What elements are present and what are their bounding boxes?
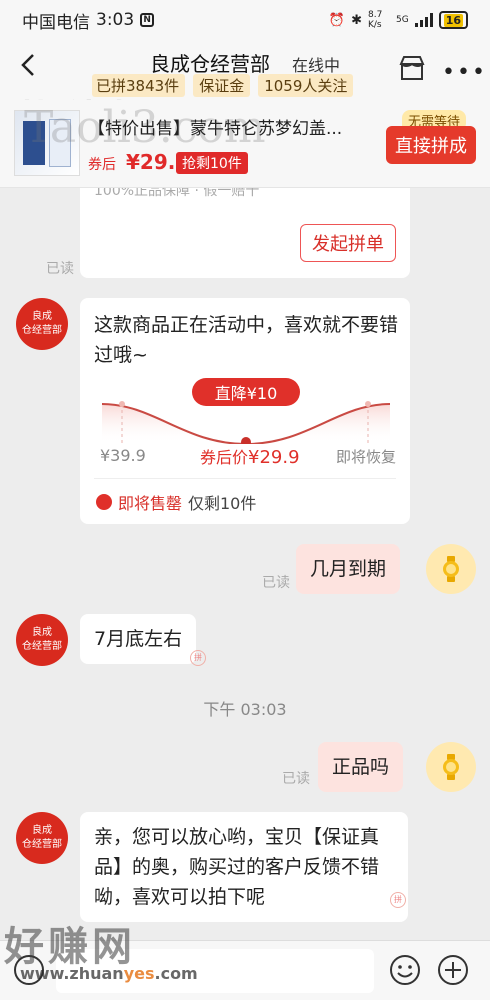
stock-tag: 抢剩10件 [176,152,248,174]
online-status: 在线中 [292,56,341,75]
emoji-icon[interactable] [388,953,422,987]
promo-card[interactable]: 这款商品正在活动中，喜欢就不要错过哦~ 直降¥10 ¥39.9 券后价¥29.9… [80,298,410,524]
stamp-icon: 拼 [190,650,206,666]
watermark-url-prefix: www.zhuan [20,964,124,983]
read-receipt: 已读 [46,261,74,277]
sellout-label: 即将售罄 [118,494,183,513]
divider [94,478,396,479]
user-message[interactable]: 几月到期 [296,544,401,594]
seller-avatar[interactable]: 良成 仓经营部 [16,614,68,666]
user-message[interactable]: 正品吗 [318,742,404,792]
promo-message: 这款商品正在活动中，喜欢就不要错过哦~ [94,314,399,366]
back-icon[interactable] [16,52,42,78]
seller-avatar[interactable]: 良成 仓经营部 [16,812,68,864]
status-bar: 中国电信 3:03 N ⏰ ✱ 8.7 K/s 5G 16 [0,0,490,40]
product-name: 【特价出售】蒙牛特仑苏梦幻盖... [88,119,343,139]
avatar-text: 良成 [32,311,52,322]
stamp-icon: 拼 [390,892,406,908]
shop-tags: 已拼3843件 保证金 1059人关注 [92,74,354,97]
guarantee-text: 100%正品保障 · 假一赔十 [94,188,260,199]
user-avatar[interactable] [426,742,476,792]
read-receipt: 已读 [282,771,310,787]
read-receipt: 已读 [262,575,290,591]
carrier-label: 中国电信 [22,12,90,33]
net-speed: 8.7 K/s [367,10,383,30]
watch-icon [443,754,459,780]
avatar-text: 仓经营部 [22,839,62,850]
shop-name[interactable]: 良成仓经营部 [150,48,270,77]
chat-messages[interactable]: 100%正品保障 · 假一赔十 发起拼单 已读 良成 仓经营部 这款商品正在活动… [0,188,490,940]
plus-icon[interactable] [436,953,470,987]
battery-icon: 16 [438,11,468,29]
coupon-price: 券后价¥29.9 [200,444,300,468]
tag-deposit: 保证金 [193,74,251,97]
signal-icon [414,13,433,27]
clock: 3:03 [96,10,135,30]
seller-message[interactable]: 亲，您可以放心哟，宝贝【保证真品】的奥，购买过的客户反馈不错呦，喜欢可以拍下呢 [80,812,408,922]
seller-avatar[interactable]: 良成 仓经营部 [16,298,68,350]
tag-followers: 1059人关注 [258,74,354,97]
price-label: 券后 [88,157,116,173]
coupon-price-label: 券后价 [200,448,249,467]
price-drop-badge: 直降¥10 [192,378,300,406]
avatar-text: 仓经营部 [22,325,62,336]
watermark-url-suffix: .com [154,964,198,983]
avatar-text: 仓经营部 [22,641,62,652]
original-price: ¥39.9 [100,446,146,465]
time-separator: 下午 03:03 [203,700,287,719]
watch-icon [443,556,459,582]
user-avatar[interactable] [426,544,476,594]
restore-label: 即将恢复 [336,448,397,466]
direct-group-buy-button[interactable]: 直接拼成 [386,126,476,164]
product-card[interactable]: Taoli3.com 【特价出售】蒙牛特仑苏梦幻盖... 券后 ¥29.9 抢剩… [0,100,490,188]
remaining-count: 仅剩10件 [188,494,257,513]
nfc-icon: N [140,13,155,27]
watermark-url-mid: yes [123,964,155,983]
start-group-buy-button[interactable]: 发起拼单 [300,224,396,262]
avatar-text: 良成 [32,627,52,638]
coupon-price-value: ¥29.9 [248,447,300,468]
clock-icon [96,494,112,510]
alarm-icon: ⏰ [328,12,346,28]
previous-product-card[interactable]: 100%正品保障 · 假一赔十 发起拼单 [80,188,410,278]
more-icon[interactable]: ••• [442,60,487,85]
battery-level: 16 [443,13,463,27]
store-icon[interactable] [398,54,426,82]
bluetooth-icon: ✱ [351,12,362,28]
tag-sold: 已拼3843件 [92,74,186,97]
chat-header: 找线报 良成仓经营部 在线中 已拼3843件 保证金 1059人关注 ••• [0,40,490,144]
seller-message[interactable]: 7月底左右 [80,614,197,664]
watermark-url: www.zhuanyes.com [20,964,198,983]
avatar-text: 良成 [32,825,52,836]
network-type: 5G [395,15,409,25]
